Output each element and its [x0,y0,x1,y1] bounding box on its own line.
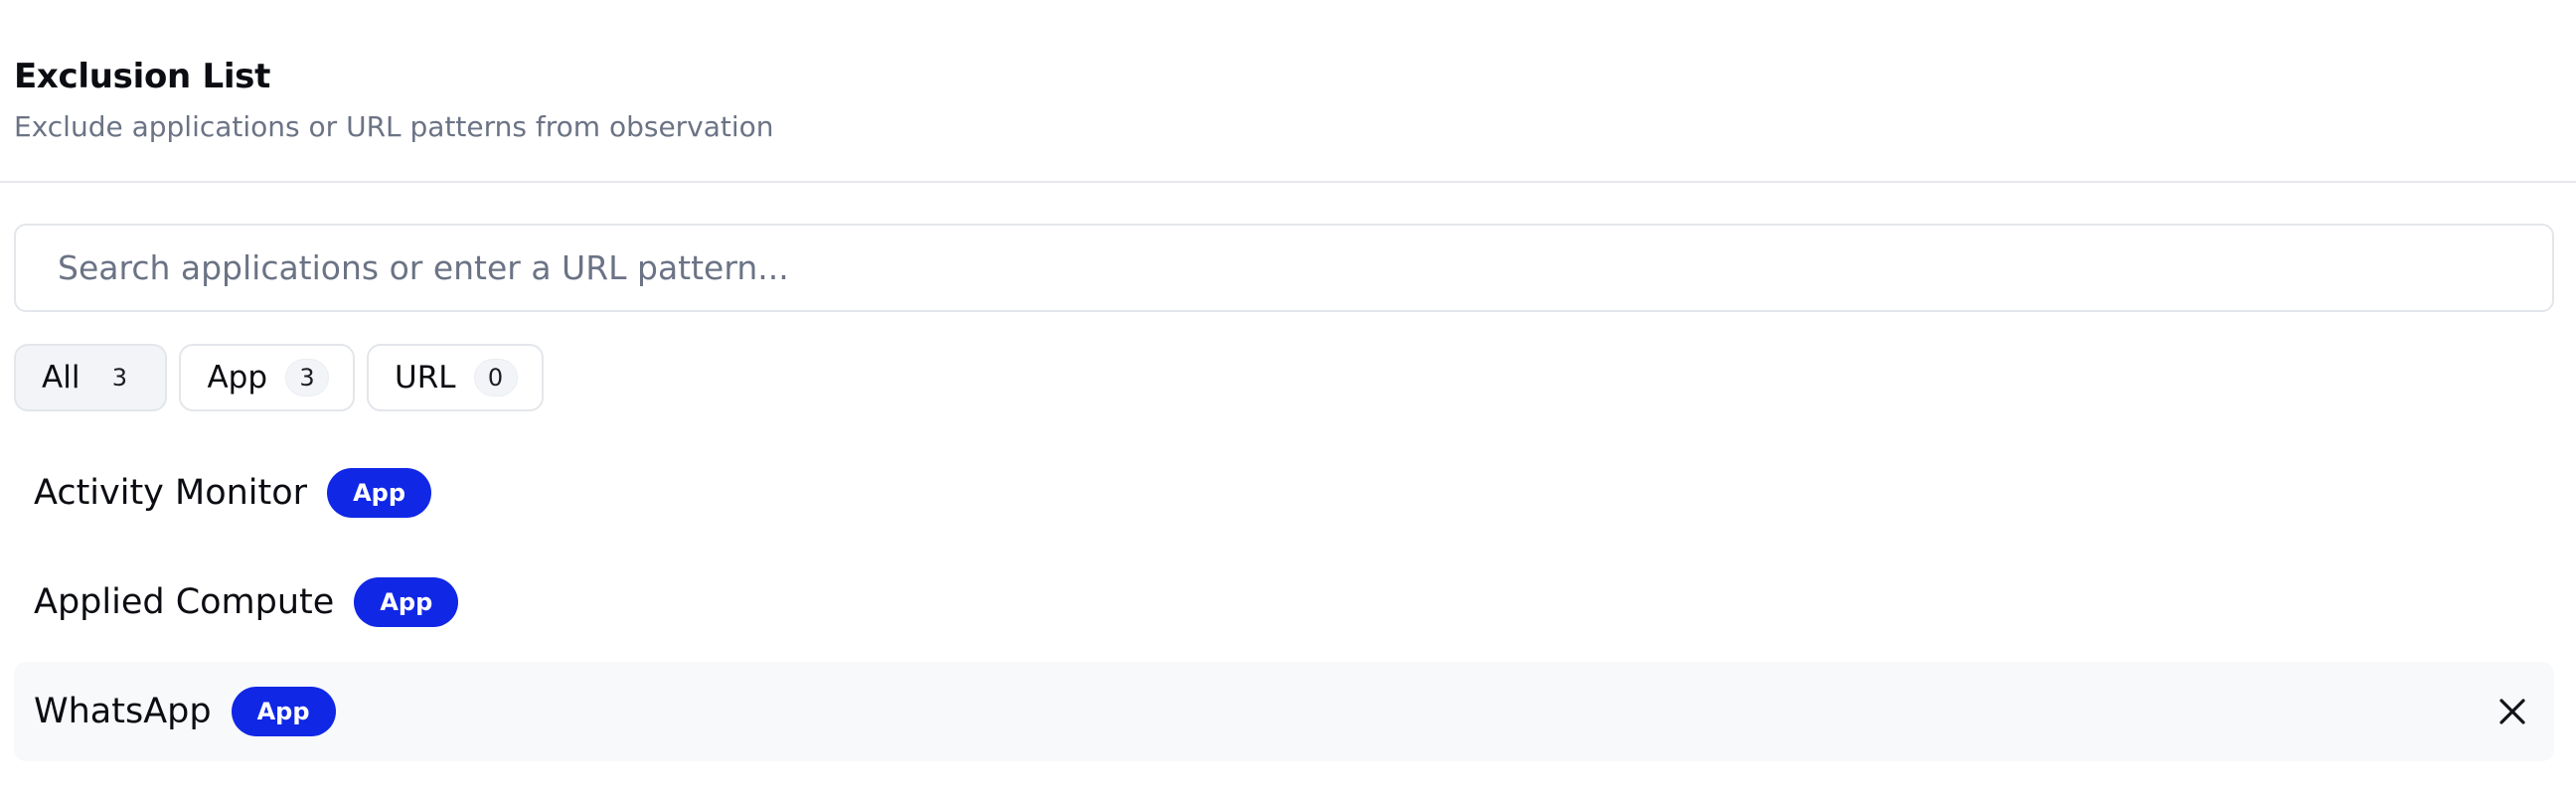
exclusion-list: Activity Monitor App Applied Compute App… [14,443,2554,771]
header-divider [0,181,2576,183]
remove-item-button[interactable] [2491,690,2534,733]
filter-tab-label: All [42,360,80,396]
filter-tab-all[interactable]: All 3 [14,344,168,411]
filter-tab-url[interactable]: URL 0 [367,344,544,411]
search-input[interactable] [56,247,2512,288]
filter-count-badge: 0 [473,359,518,397]
filter-tab-app[interactable]: App 3 [179,344,355,411]
filter-tabs: All 3 App 3 URL 0 [14,344,544,411]
list-item-name: Applied Compute [34,582,335,622]
page-subtitle: Exclude applications or URL patterns fro… [14,110,774,143]
type-badge: App [327,468,431,518]
list-item[interactable]: Applied Compute App [14,553,2554,652]
filter-tab-label: App [207,360,267,396]
type-badge: App [231,687,336,736]
search-box[interactable] [14,224,2554,312]
page-title: Exclusion List [14,57,271,96]
list-item[interactable]: Activity Monitor App [14,443,2554,543]
panel-header: Exclusion List Exclude applications or U… [14,52,774,147]
exclusion-list-panel: Exclusion List Exclude applications or U… [0,0,2576,795]
list-item[interactable]: WhatsApp App [14,662,2554,761]
filter-count-badge: 3 [285,359,329,397]
filter-count-badge: 3 [111,364,128,392]
list-item-name: WhatsApp [34,692,212,731]
close-icon [2499,699,2525,724]
type-badge: App [354,577,459,627]
filter-tab-label: URL [395,360,456,396]
list-item-name: Activity Monitor [34,473,308,513]
